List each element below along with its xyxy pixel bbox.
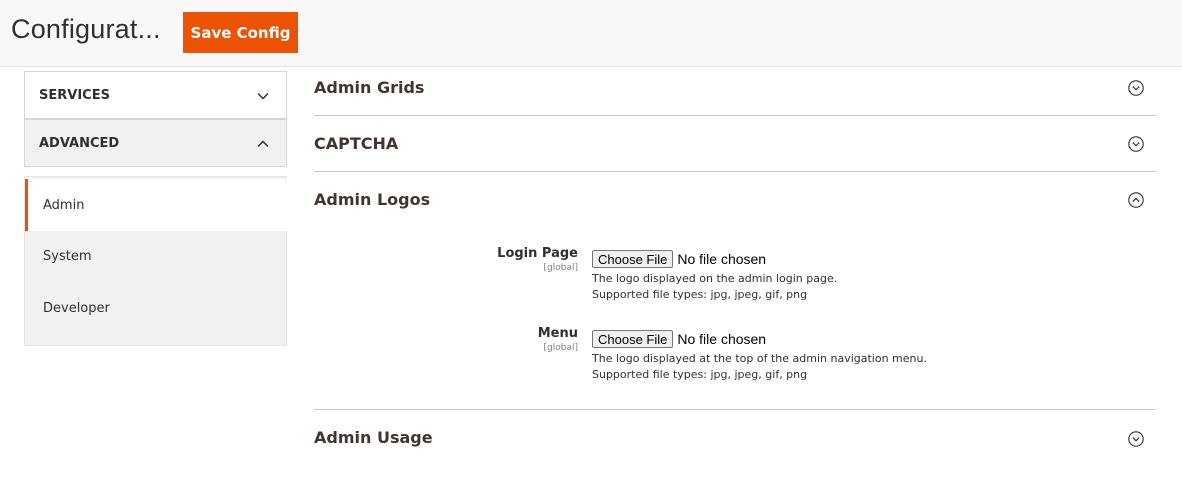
file-status: No file chosen <box>677 331 767 347</box>
choose-file-button[interactable]: Choose File <box>592 250 674 268</box>
sidebar-item-label: Admin <box>43 197 85 213</box>
field-label-menu: Menu <box>537 326 578 341</box>
circle-chevron-up-icon[interactable] <box>1128 192 1144 208</box>
section-admin-grids[interactable]: Admin Grids <box>314 67 1156 116</box>
sidebar-section-services[interactable]: SERVICES <box>24 71 287 119</box>
circle-chevron-down-icon[interactable] <box>1128 80 1144 96</box>
section-title[interactable]: Admin Logos <box>314 190 430 209</box>
menu-file-input[interactable]: Choose File No file chosen <box>592 330 766 348</box>
choose-file-button[interactable]: Choose File <box>592 330 674 348</box>
sidebar-items: Admin System Developer <box>24 176 287 346</box>
circle-chevron-down-icon[interactable] <box>1128 136 1144 152</box>
field-note: Supported file types: jpg, jpeg, gif, pn… <box>592 368 808 381</box>
sidebar-item-label: Developer <box>43 300 110 316</box>
sidebar-section-label: ADVANCED <box>39 135 120 151</box>
sidebar-section-label: SERVICES <box>39 87 110 103</box>
sidebar-item-label: System <box>43 248 92 264</box>
sidebar-item-admin[interactable]: Admin <box>25 179 287 231</box>
sidebar-section-advanced[interactable]: ADVANCED <box>24 119 287 167</box>
field-note: The logo displayed on the admin login pa… <box>592 272 838 285</box>
save-config-button[interactable]: Save Config <box>183 12 298 53</box>
field-note: Supported file types: jpg, jpeg, gif, pn… <box>592 288 808 301</box>
section-title: Admin Usage <box>314 428 433 447</box>
section-captcha[interactable]: CAPTCHA <box>314 116 1156 172</box>
login-page-file-input[interactable]: Choose File No file chosen <box>592 250 766 268</box>
section-admin-usage[interactable]: Admin Usage <box>314 410 1156 470</box>
chevron-down-icon <box>257 92 269 100</box>
chevron-up-icon <box>257 140 269 148</box>
field-note: The logo displayed at the top of the adm… <box>592 352 927 365</box>
sidebar-item-system[interactable]: System <box>25 230 287 282</box>
file-status: No file chosen <box>677 251 767 267</box>
field-label-login-page: Login Page <box>497 246 578 261</box>
sidebar-item-developer[interactable]: Developer <box>25 282 287 334</box>
section-admin-logos: Admin Logos Login Page [global] Choose F… <box>314 172 1156 410</box>
field-scope: [global] <box>543 343 578 353</box>
page-header: Configurat... Save Config <box>0 0 1182 67</box>
section-title: CAPTCHA <box>314 134 399 153</box>
section-title: Admin Grids <box>314 78 425 97</box>
page-title: Configurat... <box>11 14 161 44</box>
field-scope: [global] <box>543 263 578 273</box>
circle-chevron-down-icon[interactable] <box>1128 431 1144 447</box>
